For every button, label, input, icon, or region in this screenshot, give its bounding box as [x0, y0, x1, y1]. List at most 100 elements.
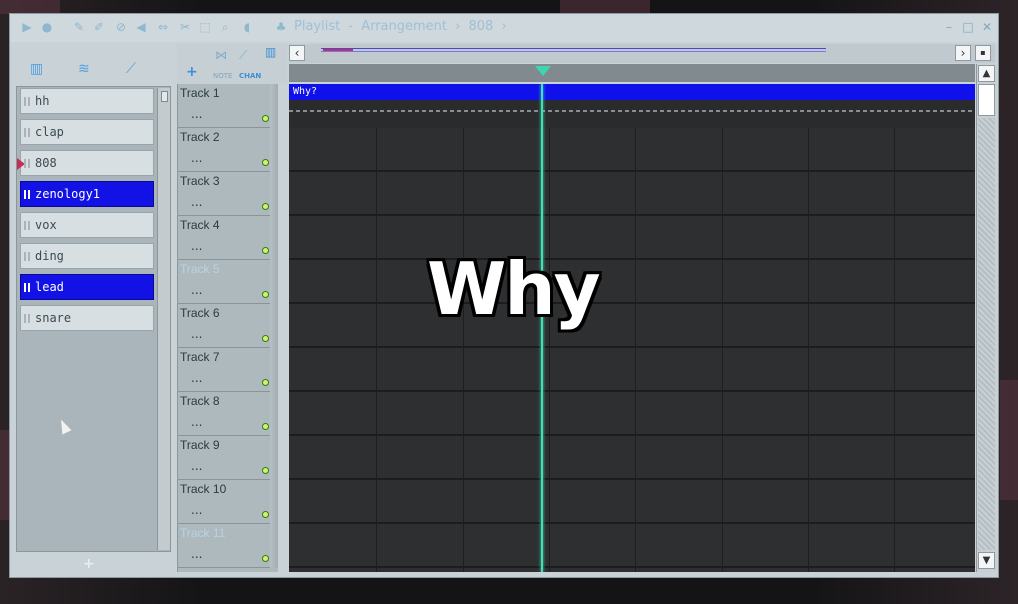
track-resize-handle[interactable]	[270, 84, 278, 128]
track-resize-handle[interactable]	[270, 392, 278, 436]
play-icon[interactable]: ▶	[20, 20, 34, 34]
track-header[interactable]: Track 4...	[178, 216, 278, 260]
track-mute-led-icon[interactable]	[262, 291, 269, 298]
track-resize-handle[interactable]	[270, 524, 278, 568]
track-header[interactable]: Track 6...	[178, 304, 278, 348]
track-header[interactable]: Track 2...	[178, 128, 278, 172]
close-icon[interactable]: ✕	[980, 20, 994, 34]
minimize-icon[interactable]: –	[942, 20, 956, 34]
track-mute-led-icon[interactable]	[262, 203, 269, 210]
grid-row-track-6[interactable]	[289, 304, 975, 348]
track-mute-led-icon[interactable]	[262, 115, 269, 122]
timeline-ruler[interactable]	[289, 64, 975, 82]
paint-icon[interactable]: ✐	[92, 20, 106, 34]
track-menu-dots[interactable]: ...	[191, 415, 202, 429]
track-menu-dots[interactable]: ...	[191, 547, 202, 561]
audio-clip-icon[interactable]: ⟋	[239, 48, 247, 63]
track-header[interactable]: Track 11...	[178, 524, 278, 568]
track-menu-dots[interactable]: ...	[191, 459, 202, 473]
note-label[interactable]: NOTE	[213, 72, 232, 80]
slip-icon[interactable]: ⇔	[156, 20, 170, 34]
grid-row-track-10[interactable]	[289, 480, 975, 524]
automation-icon[interactable]: ⟋	[126, 61, 136, 77]
audio-wave-icon[interactable]: ≋	[78, 61, 90, 77]
track-mute-led-icon[interactable]	[262, 159, 269, 166]
track-mute-led-icon[interactable]	[262, 379, 269, 386]
grid-row-track-3[interactable]	[289, 172, 975, 216]
zoom-icon[interactable]: ⌕	[218, 20, 232, 34]
track-menu-dots[interactable]: ...	[191, 371, 202, 385]
track-resize-handle[interactable]	[270, 128, 278, 172]
playhead-marker-icon[interactable]	[535, 66, 551, 76]
clip-body[interactable]	[289, 100, 975, 128]
track-mute-led-icon[interactable]	[262, 247, 269, 254]
track-header[interactable]: Track 8...	[178, 392, 278, 436]
grid-row-track-4[interactable]	[289, 216, 975, 260]
grid-row-track-5[interactable]	[289, 260, 975, 304]
piano-roll-icon[interactable]: ⋈	[215, 48, 227, 62]
track-header[interactable]: Track 1...	[178, 84, 278, 128]
channel-item-lead[interactable]: lead	[20, 274, 154, 300]
track-resize-handle[interactable]	[270, 480, 278, 524]
overview-menu-button[interactable]: ▪	[975, 45, 991, 61]
scroll-left-button[interactable]: ‹	[289, 45, 305, 61]
track-header[interactable]: Track 10...	[178, 480, 278, 524]
track-mute-led-icon[interactable]	[262, 467, 269, 474]
select-icon[interactable]: ⬚	[198, 20, 212, 34]
channel-item-hh[interactable]: hh	[20, 88, 154, 114]
channel-item-808[interactable]: 808	[17, 150, 154, 176]
track-menu-dots[interactable]: ...	[191, 283, 202, 297]
grid-row-track-11[interactable]	[289, 524, 975, 568]
track-mute-led-icon[interactable]	[262, 511, 269, 518]
title-pattern[interactable]: 808	[469, 19, 494, 34]
track-header[interactable]: Track 5...	[178, 260, 278, 304]
scroll-track[interactable]	[978, 118, 995, 550]
track-mute-led-icon[interactable]	[262, 423, 269, 430]
track-resize-handle[interactable]	[270, 436, 278, 480]
track-menu-dots[interactable]: ...	[191, 503, 202, 517]
playlist-grid[interactable]: Why?	[289, 84, 975, 572]
track-menu-dots[interactable]: ...	[191, 107, 202, 121]
maximize-icon[interactable]: □	[961, 20, 975, 34]
track-menu-dots[interactable]: ...	[191, 327, 202, 341]
track-resize-handle[interactable]	[270, 172, 278, 216]
track-header[interactable]: Track 9...	[178, 436, 278, 480]
scroll-thumb[interactable]	[978, 84, 995, 116]
grid-row-track-1[interactable]: Why?	[289, 84, 975, 128]
vertical-scrollbar[interactable]: ▲ ▼	[976, 64, 997, 572]
track-mute-led-icon[interactable]	[262, 335, 269, 342]
channel-item-vox[interactable]: vox	[20, 212, 154, 238]
brush-icon[interactable]: ✎	[72, 20, 86, 34]
add-channel-button[interactable]: +	[83, 556, 95, 572]
track-menu-dots[interactable]: ...	[191, 239, 202, 253]
track-header[interactable]: Track 7...	[178, 348, 278, 392]
song-overview[interactable]	[321, 46, 826, 60]
channel-item-clap[interactable]: clap	[20, 119, 154, 145]
mute-icon[interactable]: ◀	[134, 20, 148, 34]
delete-icon[interactable]: ⊘	[114, 20, 128, 34]
speaker-icon[interactable]: ◖	[240, 20, 254, 34]
record-icon[interactable]: ●	[40, 20, 54, 34]
track-menu-dots[interactable]: ...	[191, 151, 202, 165]
channel-scrollbar[interactable]	[157, 88, 170, 550]
scroll-up-button[interactable]: ▲	[978, 65, 995, 82]
grid-row-track-2[interactable]	[289, 128, 975, 172]
grid-row-track-9[interactable]	[289, 436, 975, 480]
track-mute-led-icon[interactable]	[262, 555, 269, 562]
grid-row-track-8[interactable]	[289, 392, 975, 436]
scroll-down-button[interactable]: ▼	[978, 552, 995, 569]
track-resize-handle[interactable]	[270, 260, 278, 304]
slice-icon[interactable]: ✂	[178, 20, 192, 34]
channel-item-zenology1[interactable]: zenology1	[20, 181, 154, 207]
add-track-button[interactable]: +	[186, 64, 198, 80]
track-resize-handle[interactable]	[270, 216, 278, 260]
scroll-grip-icon[interactable]	[161, 91, 168, 102]
clip-header[interactable]: Why?	[289, 84, 975, 100]
channel-item-snare[interactable]: snare	[20, 305, 154, 331]
grid-row-track-7[interactable]	[289, 348, 975, 392]
track-resize-handle[interactable]	[270, 304, 278, 348]
pattern-icon[interactable]: ▥	[265, 45, 276, 59]
piano-icon[interactable]: ▥	[30, 61, 43, 77]
chan-label[interactable]: CHAN	[239, 72, 261, 80]
track-resize-handle[interactable]	[270, 348, 278, 392]
